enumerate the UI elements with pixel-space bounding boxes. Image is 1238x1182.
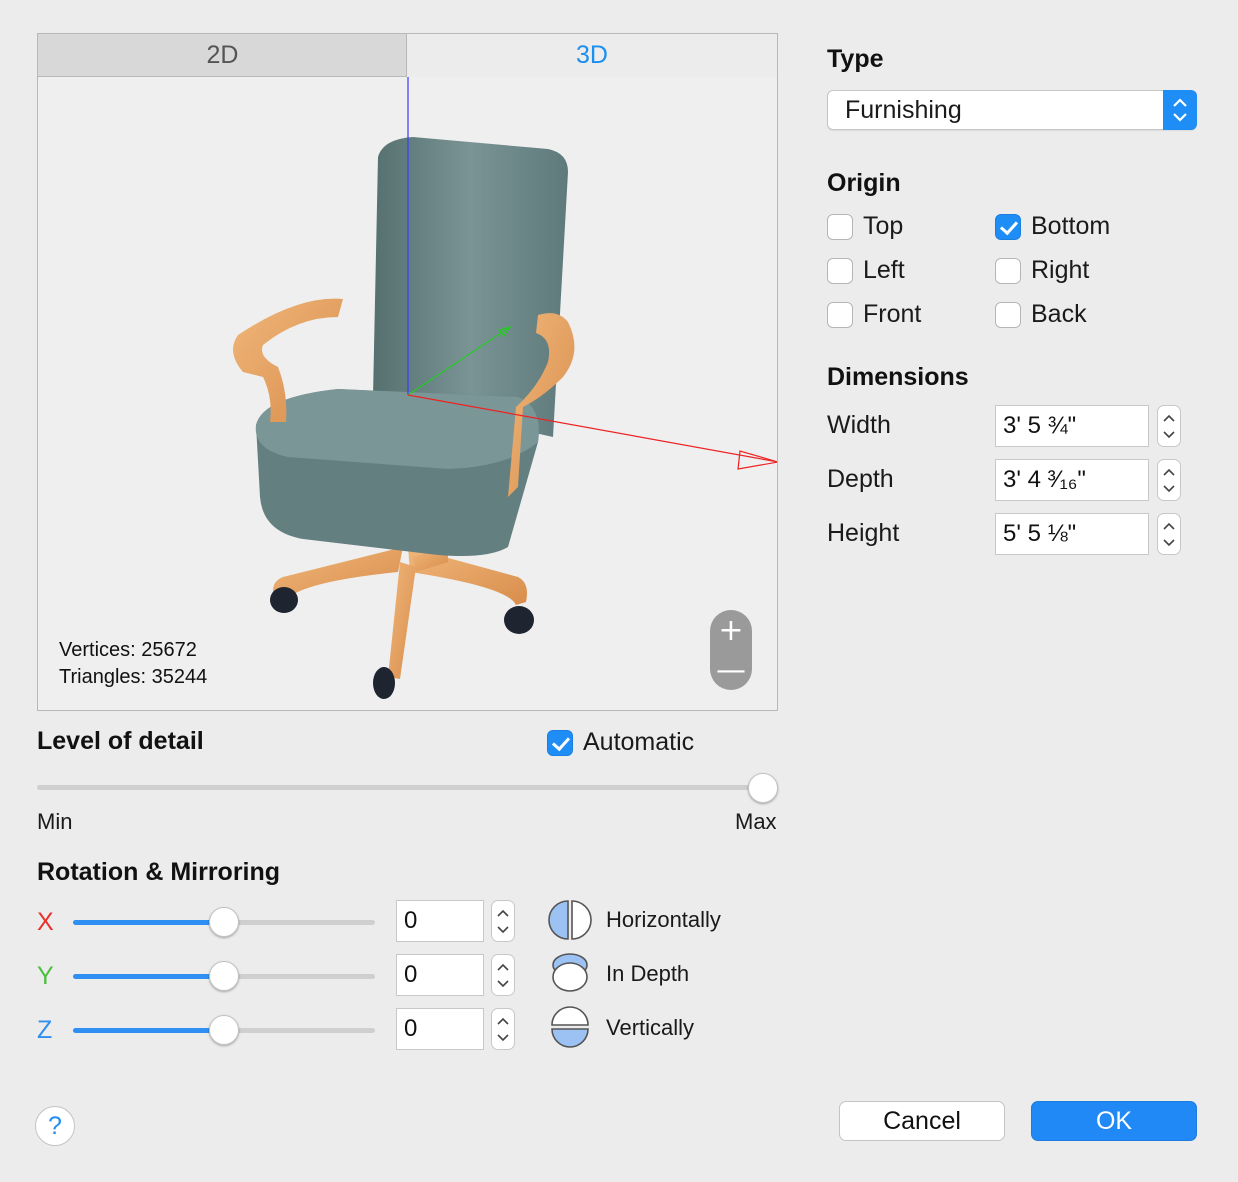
vertices-count: Vertices: 25672 [59,639,197,661]
origin-bottom-label: Bottom [1031,212,1111,240]
mirror-depth-icon[interactable] [547,952,593,994]
origin-back-label: Back [1031,300,1087,328]
rotation-y-slider-knob[interactable] [209,961,239,991]
origin-right-label: Right [1031,256,1090,284]
rotation-y-input[interactable]: 0 [396,954,484,996]
3d-preview[interactable]: Vertices: 25672 Triangles: 35244 + — [37,77,778,711]
detail-max-label: Max [735,809,777,834]
origin-heading: Origin [827,169,901,197]
rotation-axis-z-label: Z [37,1016,53,1044]
mirror-vertical-icon[interactable] [547,1006,593,1048]
depth-label: Depth [827,465,894,493]
chair-model [233,77,777,699]
origin-bottom-checkbox[interactable] [995,214,1021,240]
tab-2d[interactable]: 2D [37,33,407,77]
zoom-in-button[interactable]: + [710,610,752,650]
rotation-heading: Rotation & Mirroring [37,858,281,886]
rotation-y-stepper[interactable] [491,954,515,996]
tab-3d[interactable]: 3D [406,33,778,77]
type-heading: Type [827,45,884,73]
origin-left-label: Left [863,256,905,284]
width-label: Width [827,411,891,439]
height-input[interactable]: 5' 5 ⅛" [995,513,1149,555]
rotation-x-stepper[interactable] [491,900,515,942]
dimensions-heading: Dimensions [827,363,969,391]
depth-stepper[interactable] [1157,459,1181,501]
type-select-value: Furnishing [845,95,962,124]
rotation-x-input[interactable]: 0 [396,900,484,942]
origin-top-label: Top [863,212,904,240]
rotation-x-slider-knob[interactable] [209,907,239,937]
origin-front-label: Front [863,300,922,328]
height-stepper[interactable] [1157,513,1181,555]
help-button[interactable]: ? [35,1106,75,1146]
rotation-z-input[interactable]: 0 [396,1008,484,1050]
mirror-horizontal-label[interactable]: Horizontally [606,907,721,933]
mirror-vertical-label[interactable]: Vertically [606,1015,694,1041]
mirror-depth-label[interactable]: In Depth [606,961,689,987]
rotation-z-slider-knob[interactable] [209,1015,239,1045]
zoom-control: + — [710,610,752,690]
origin-left-checkbox[interactable] [827,258,853,284]
type-select[interactable]: Furnishing [827,90,1197,130]
view-tabs: 2D 3D [37,33,778,77]
rotation-z-slider-fill [73,1028,224,1033]
detail-slider-knob[interactable] [748,773,778,803]
height-label: Height [827,519,900,547]
ok-button[interactable]: OK [1031,1101,1197,1141]
automatic-label: Automatic [583,728,695,756]
level-of-detail-heading: Level of detail [37,727,204,755]
rotation-axis-y-label: Y [37,962,54,990]
rotation-y-slider-fill [73,974,224,979]
origin-front-checkbox[interactable] [827,302,853,328]
mirror-horizontal-icon[interactable] [547,899,593,941]
cancel-button[interactable]: Cancel [839,1101,1005,1141]
origin-back-checkbox[interactable] [995,302,1021,328]
detail-min-label: Min [37,809,73,834]
rotation-x-slider-fill [73,920,224,925]
rotation-axis-x-label: X [37,908,54,936]
zoom-out-button[interactable]: — [710,650,752,690]
origin-top-checkbox[interactable] [827,214,853,240]
model-stats: Vertices: 25672 Triangles: 35244 [59,637,207,691]
origin-right-checkbox[interactable] [995,258,1021,284]
automatic-checkbox[interactable] [547,730,573,756]
detail-slider-track[interactable] [37,785,763,790]
triangles-count: Triangles: 35244 [59,666,208,688]
width-input[interactable]: 3' 5 ¾" [995,405,1149,447]
depth-input[interactable]: 3' 4 ³⁄₁₆" [995,459,1149,501]
rotation-z-stepper[interactable] [491,1008,515,1050]
width-stepper[interactable] [1157,405,1181,447]
chevron-updown-icon [1163,90,1197,130]
